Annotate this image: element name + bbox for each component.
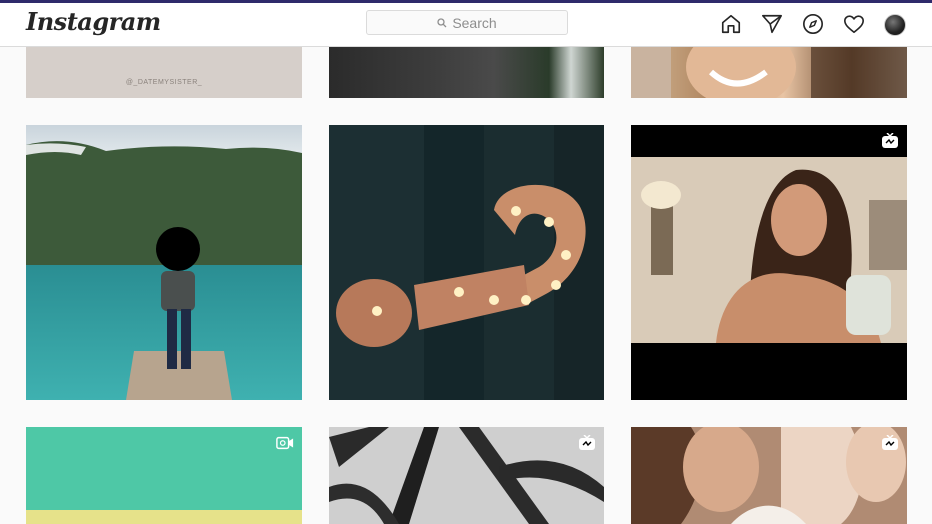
grid-post[interactable]: [26, 427, 302, 524]
grid-post[interactable]: [329, 125, 604, 400]
home-icon[interactable]: [718, 11, 744, 37]
grid-post[interactable]: [329, 427, 604, 524]
grid-post[interactable]: [631, 47, 907, 98]
post-image: [329, 427, 604, 524]
grid-post[interactable]: [631, 427, 907, 524]
explore-compass-icon[interactable]: [800, 11, 826, 37]
profile-avatar-button[interactable]: [882, 11, 908, 37]
direct-message-icon[interactable]: [759, 11, 785, 37]
accent-strip: [0, 0, 932, 3]
grid-post[interactable]: [26, 125, 302, 400]
igtv-icon: [881, 133, 899, 149]
igtv-icon: [578, 435, 596, 451]
post-image: [631, 427, 907, 524]
search-icon: [437, 17, 447, 27]
grid-post[interactable]: [631, 125, 907, 400]
grid-post[interactable]: [329, 47, 604, 98]
igtv-icon: [881, 435, 899, 451]
video-camera-icon: [276, 435, 294, 451]
grid-post[interactable]: @_DATEMYSISTER_: [26, 47, 302, 98]
search-placeholder: Search: [452, 14, 497, 31]
nav-icons: [718, 11, 923, 37]
post-watermark: @_DATEMYSISTER_: [125, 79, 203, 86]
instagram-logo[interactable]: Instagram: [26, 7, 161, 36]
avatar: [884, 14, 906, 36]
color-band: [26, 510, 302, 524]
top-navigation-bar: Instagram Search: [0, 0, 932, 47]
post-image: [631, 125, 907, 400]
post-image: [26, 125, 302, 400]
post-image: [329, 125, 604, 400]
search-input[interactable]: Search: [366, 10, 568, 35]
activity-heart-icon[interactable]: [841, 11, 867, 37]
post-image: [631, 47, 907, 98]
